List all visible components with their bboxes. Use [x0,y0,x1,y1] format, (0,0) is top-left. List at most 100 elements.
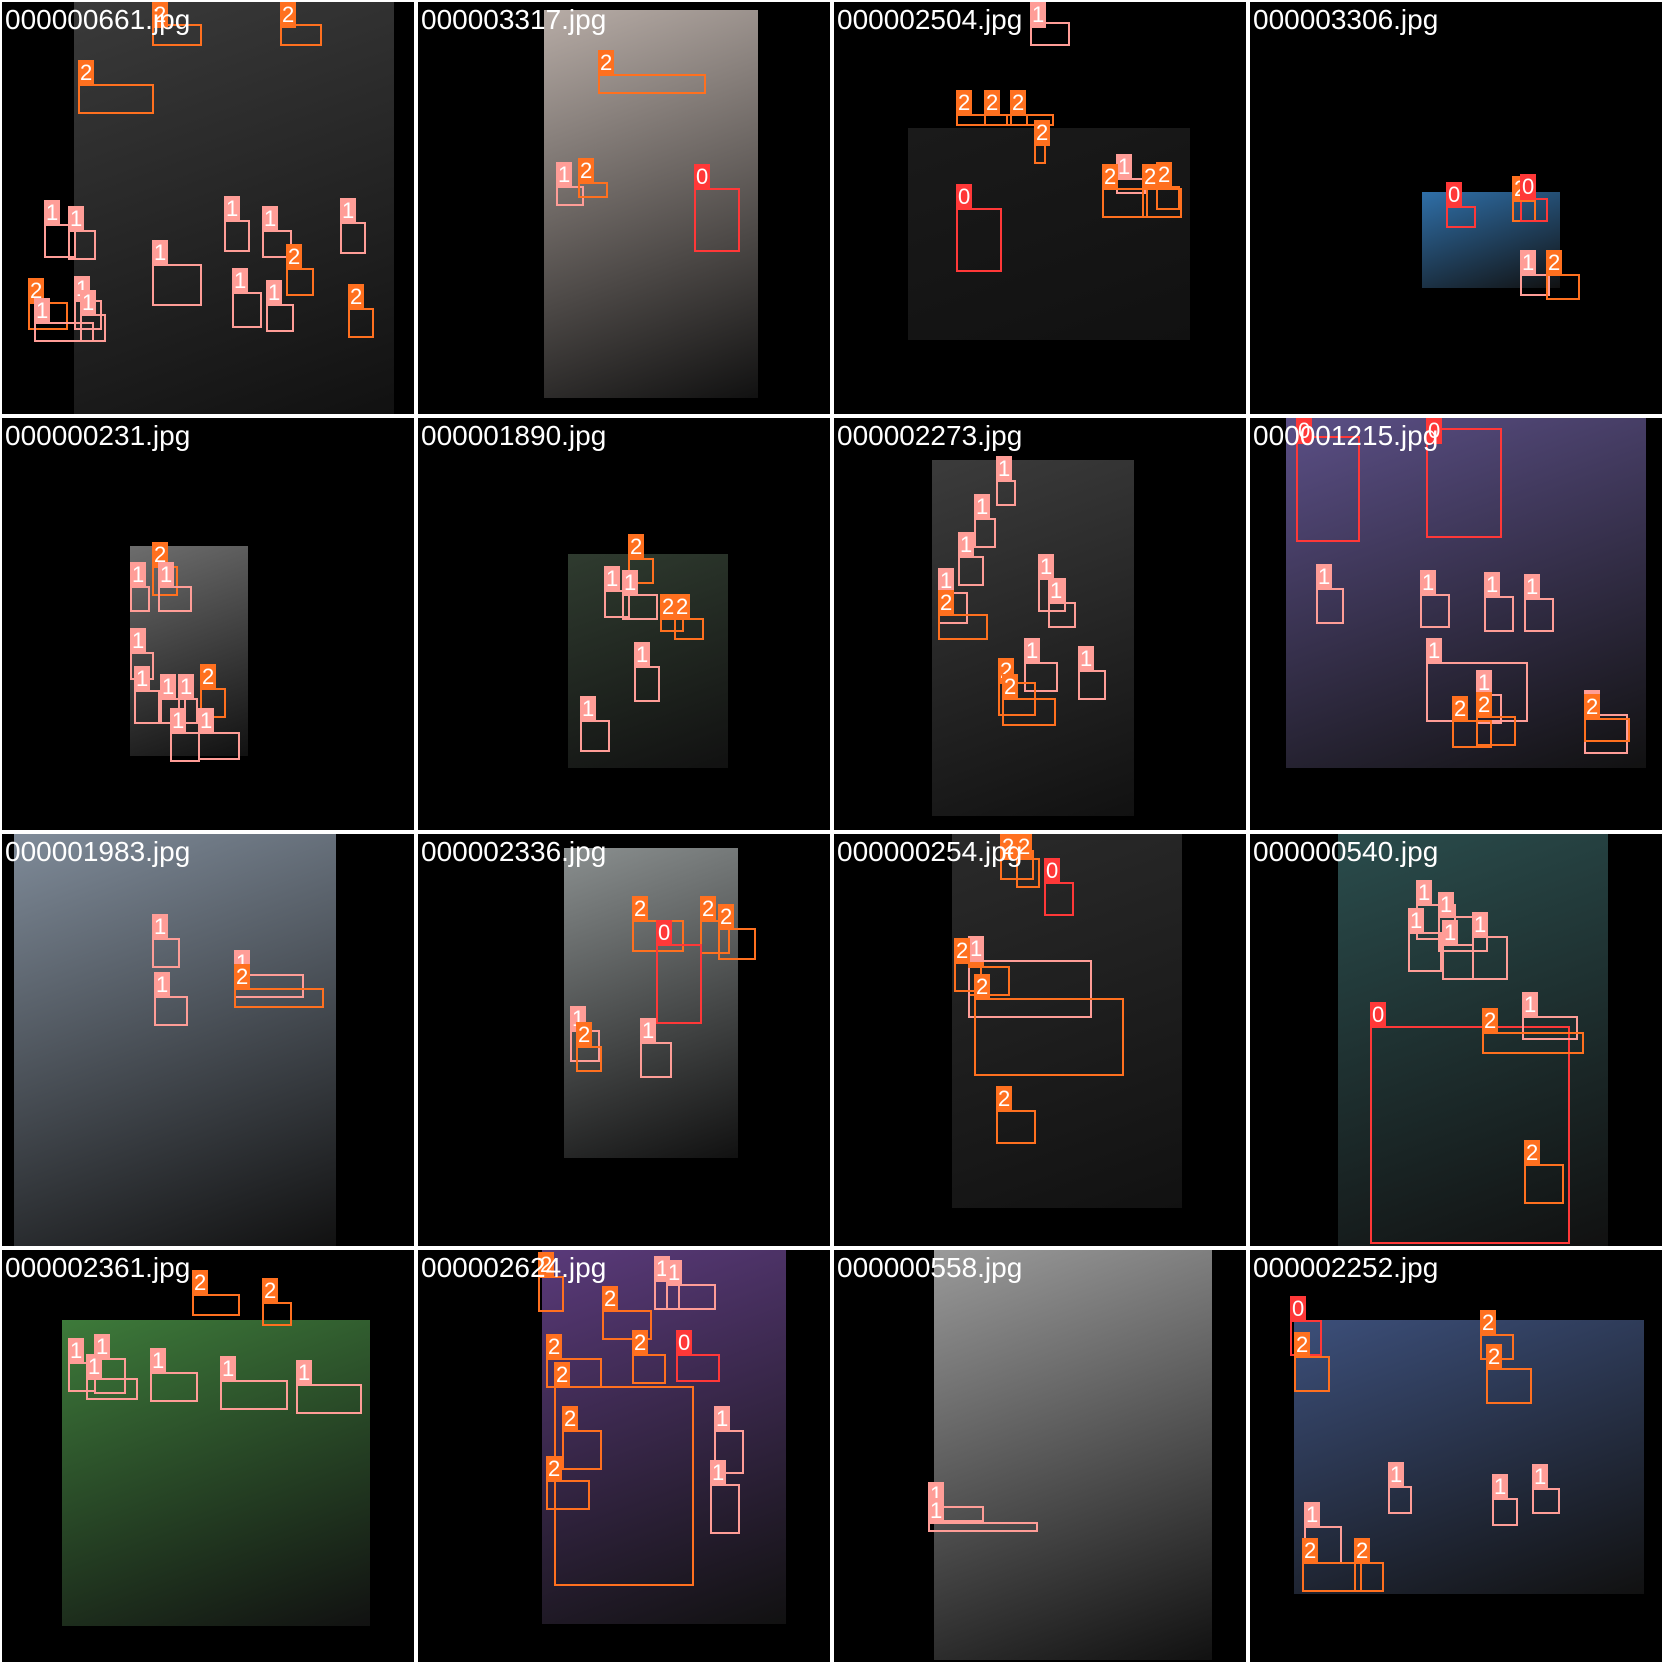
class-label-tag: 0 [676,1330,693,1356]
mosaic-tile: 2 1 2 0 000003317.jpg [418,2,830,414]
class-label-tag: 2 [674,594,691,620]
detection-box-class-2 [578,182,608,198]
class-label-tag: 2 [974,974,991,1000]
class-label-tag: 1 [266,280,283,306]
class-label-tag: 1 [1408,908,1425,934]
detection-box-class-1 [1408,932,1442,972]
detection-box-class-0 [676,1354,720,1382]
detection-box-class-1 [130,586,150,612]
class-label-tag: 1 [996,456,1013,482]
class-label-tag: 2 [1354,1538,1371,1564]
class-label-tag: 2 [996,1086,1013,1112]
detection-box-class-1 [622,594,658,620]
detection-box-class-2 [1482,1032,1584,1054]
detection-box-class-2 [1354,1562,1384,1592]
detection-box-class-2 [78,84,154,114]
class-label-tag: 2 [984,90,1001,116]
class-label-tag: 1 [1030,2,1047,28]
class-label-tag: 1 [1492,1474,1509,1500]
detection-box-class-2 [938,614,988,640]
class-label-tag: 2 [1480,1310,1497,1336]
mosaic-tile: 001111112212000001215.jpg [1250,418,1662,830]
detection-box-class-1 [1524,598,1554,632]
class-label-tag: 1 [1438,892,1455,918]
detection-box-class-2 [546,1480,590,1510]
detection-box-class-1 [1532,1488,1560,1514]
mosaic-tile: 1 1 000000558.jpg [834,1250,1246,1662]
class-label-tag: 2 [78,60,95,86]
mosaic-tile: 0 2 2 2 1 1 1 1 2 2 000002252.jpg [1250,1250,1662,1662]
frame-filename: 000002273.jpg [837,420,1023,451]
frame-filename: 000000231.jpg [5,420,191,451]
detection-box-class-1 [1492,1498,1518,1526]
detection-box-class-0 [1370,1026,1570,1244]
detection-box-class-1 [266,304,294,332]
class-label-tag: 2 [1034,120,1051,146]
frame-filename: 000002252.jpg [1253,1252,1439,1283]
class-label-tag: 1 [1038,554,1055,580]
mosaic-tile: 22021222000000254.jpg [834,834,1246,1246]
frame-filename: 000002504.jpg [837,4,1023,35]
class-label-tag: 1 [232,268,249,294]
class-label-tag: 2 [1524,1140,1541,1166]
class-label-tag: 2 [1156,162,1173,188]
detection-box-class-1 [1442,944,1474,980]
frame-filename: 000001983.jpg [5,836,191,867]
detection-box-class-1 [80,314,106,342]
class-label-tag: 1 [220,1356,237,1382]
class-label-tag: 1 [1048,578,1065,604]
class-label-tag: 2 [262,1278,279,1304]
detection-box-class-1 [158,586,192,612]
class-label-tag: 1 [34,298,51,324]
class-label-tag: 1 [340,198,357,224]
detection-box-class-2 [348,308,374,338]
class-label-tag: 1 [130,562,147,588]
detection-box-class-0 [956,208,1002,272]
frame-filename: 000002624.jpg [421,1252,607,1283]
class-label-tag: 1 [974,494,991,520]
class-label-tag: 1 [80,290,97,316]
class-label-tag: 1 [154,972,171,998]
class-label-tag: 1 [224,196,241,222]
class-label-tag: 2 [1302,1538,1319,1564]
class-label-tag: 0 [1520,174,1537,200]
detection-box-class-1 [1388,1486,1412,1514]
mosaic-tile: 2 1 1 2 2 0 2 2 2 2 1 1 000002624.jpg [418,1250,830,1662]
class-label-tag: 2 [956,90,973,116]
class-label-tag: 1 [1304,1502,1321,1528]
frame-filename: 000002361.jpg [5,1252,191,1283]
class-label-tag: 0 [1044,858,1061,884]
class-label-tag: 2 [632,1330,649,1356]
class-label-tag: 2 [1002,674,1019,700]
detection-box-class-2 [1294,1356,1330,1392]
detection-box-class-2 [1524,1164,1564,1204]
detection-box-class-1 [198,732,240,760]
class-label-tag: 2 [632,896,649,922]
frame-filename: 000000661.jpg [5,4,191,35]
detection-box-class-1 [134,690,160,724]
class-label-tag: 2 [1294,1332,1311,1358]
frame-filename: 000000540.jpg [1253,836,1439,867]
class-label-tag: 2 [1546,250,1563,276]
class-label-tag: 1 [1532,1464,1549,1490]
class-label-tag: 2 [562,1406,579,1432]
mosaic-tile: 02012000003306.jpg [1250,2,1662,414]
video-frame-image [1294,1320,1644,1594]
detection-box-class-1 [152,264,202,306]
class-label-tag: 1 [1426,638,1443,664]
class-label-tag: 1 [150,1348,167,1374]
detection-box-class-1 [296,1384,362,1414]
detection-box-class-2 [562,1430,602,1470]
class-label-tag: 1 [152,914,169,940]
mosaic-tile: 1 1 1 1 1 0 1 2 2 000000540.jpg [1250,834,1662,1246]
detection-box-class-1 [974,518,996,548]
detection-box-class-1 [68,230,96,260]
class-label-tag: 0 [956,184,973,210]
detection-box-class-2 [234,988,324,1008]
class-label-tag: 1 [198,708,215,734]
detection-box-class-1 [580,720,610,752]
detection-box-class-1 [150,1372,198,1402]
class-label-tag: 0 [1370,1002,1387,1028]
class-label-tag: 2 [1476,692,1493,718]
detection-box-class-2 [192,1294,240,1316]
